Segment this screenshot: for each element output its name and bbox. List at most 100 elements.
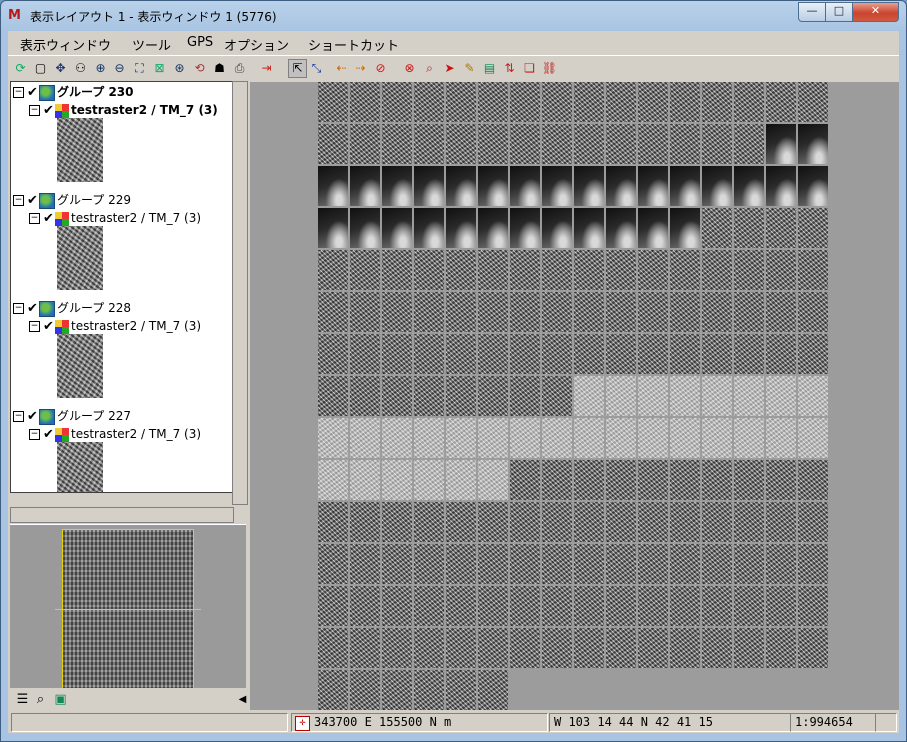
- tree-layer-row[interactable]: − ✔ testraster2 / TM_7 (3): [29, 318, 201, 334]
- raster-tile: [798, 628, 828, 668]
- tree-horizontal-scrollbar[interactable]: [10, 507, 234, 523]
- select-tool-icon[interactable]: ⇱: [288, 59, 307, 78]
- layer-thumbnail: [57, 118, 103, 182]
- pointer-icon[interactable]: ➤: [441, 60, 458, 77]
- collapse-toggle-icon[interactable]: −: [29, 429, 40, 440]
- group-label[interactable]: グループ 228: [57, 301, 131, 315]
- tree-group-row[interactable]: − ✔ グループ 227: [13, 408, 131, 425]
- collapse-toggle-icon[interactable]: −: [13, 195, 24, 206]
- raster-tile: [542, 544, 572, 584]
- rotate-icon[interactable]: ⟲: [191, 60, 208, 77]
- group-label[interactable]: グループ 227: [57, 409, 131, 423]
- transfer-icon[interactable]: ⇅: [501, 60, 518, 77]
- collapse-toggle-icon[interactable]: −: [29, 321, 40, 332]
- edit-icon[interactable]: ✎: [461, 60, 478, 77]
- measure-icon[interactable]: ⤡: [308, 60, 325, 77]
- status-scale[interactable]: 1:994654: [790, 713, 878, 732]
- collapse-toggle-icon[interactable]: −: [13, 303, 24, 314]
- app-icon[interactable]: M: [8, 8, 24, 24]
- forward-icon[interactable]: ⇢: [352, 60, 369, 77]
- zoom-out-icon[interactable]: ⊖: [111, 60, 128, 77]
- visibility-check-icon[interactable]: ✔: [27, 409, 39, 425]
- coordinate-icon[interactable]: ✛: [295, 716, 310, 731]
- collapse-toggle-icon[interactable]: −: [29, 213, 40, 224]
- camera-icon[interactable]: ⎙: [231, 60, 248, 77]
- raster-tile: [574, 250, 604, 290]
- zoom-group-icon[interactable]: ⚇: [72, 60, 89, 77]
- menu-tools[interactable]: ツール: [132, 35, 171, 54]
- people-icon[interactable]: ☗: [211, 60, 228, 77]
- raster-tile: [542, 502, 572, 542]
- close-button[interactable]: ✕: [852, 2, 899, 22]
- link-icon[interactable]: ⛓: [541, 60, 558, 77]
- raster-tile: [350, 334, 380, 374]
- toolbar: ⟳ ▢ ✥ ⚇ ⊕ ⊖ ⛶ ⊠ ⊛ ⟲ ☗ ⎙ ⇥ ⇱ ⤡ ⇠ ⇢ ⊘ ⊗ ⌕ …: [8, 55, 899, 82]
- histogram-icon[interactable]: ▤: [481, 60, 498, 77]
- raster-tile: [574, 460, 604, 500]
- visibility-check-icon[interactable]: ✔: [27, 301, 39, 317]
- raster-tile: [510, 124, 540, 164]
- find-icon[interactable]: ⌕: [421, 60, 438, 77]
- raster-tile: [414, 544, 444, 584]
- tree-vertical-scrollbar[interactable]: [232, 81, 248, 505]
- layer-label[interactable]: testraster2 / TM_7 (3): [71, 103, 218, 117]
- menu-view-window[interactable]: 表示ウィンドウ: [20, 35, 111, 54]
- visibility-check-icon[interactable]: ✔: [43, 211, 55, 227]
- collapse-toggle-icon[interactable]: −: [29, 105, 40, 116]
- raster-tile: [446, 418, 476, 458]
- cancel-icon[interactable]: ⊘: [372, 60, 389, 77]
- layer-label[interactable]: testraster2 / TM_7 (3): [71, 319, 201, 333]
- tree-layer-row[interactable]: − ✔ testraster2 / TM_7 (3): [29, 426, 201, 442]
- group-label[interactable]: グループ 229: [57, 193, 131, 207]
- image-icon[interactable]: ▣: [52, 691, 69, 708]
- pan-icon[interactable]: ✥: [52, 60, 69, 77]
- tree-group-row[interactable]: − ✔ グループ 229: [13, 192, 131, 209]
- stop-icon[interactable]: ⊗: [401, 60, 418, 77]
- raster-tile: [702, 250, 732, 290]
- raster-tile: [734, 628, 764, 668]
- map-view-canvas[interactable]: [250, 82, 899, 710]
- overview-panel[interactable]: [10, 524, 246, 691]
- zoom-box-icon[interactable]: ⛶: [131, 60, 148, 77]
- search-icon[interactable]: ⌕: [32, 691, 49, 708]
- legend-icon[interactable]: ☰: [14, 691, 31, 708]
- overview-locator-line: [55, 609, 201, 610]
- overview-image[interactable]: [62, 529, 194, 691]
- raster-tile: [318, 124, 348, 164]
- tree-layer-row[interactable]: − ✔ testraster2 / TM_7 (3): [29, 102, 218, 118]
- visibility-check-icon[interactable]: ✔: [27, 193, 39, 209]
- tree-layer-row[interactable]: − ✔ testraster2 / TM_7 (3): [29, 210, 201, 226]
- back-icon[interactable]: ⇠: [333, 60, 350, 77]
- menu-shortcuts[interactable]: ショートカット: [308, 35, 399, 54]
- status-extra: [875, 713, 897, 732]
- title-bar[interactable]: M 表示レイアウト 1 ‐ 表示ウィンドウ 1 (5776) — □ ✕: [1, 1, 906, 31]
- zoom-extent-icon[interactable]: ⊠: [151, 60, 168, 77]
- collapse-left-icon[interactable]: ◀: [234, 691, 251, 708]
- collapse-toggle-icon[interactable]: −: [13, 87, 24, 98]
- raster-tile: [574, 502, 604, 542]
- visibility-check-icon[interactable]: ✔: [43, 103, 55, 119]
- layer-label[interactable]: testraster2 / TM_7 (3): [71, 211, 201, 225]
- menu-gps[interactable]: GPS: [187, 35, 213, 50]
- add-layer-icon[interactable]: ⇥: [258, 60, 275, 77]
- layers-icon[interactable]: ❏: [521, 60, 538, 77]
- maximize-button[interactable]: □: [825, 2, 853, 22]
- visibility-check-icon[interactable]: ✔: [27, 85, 39, 101]
- tree-group-row[interactable]: − ✔ グループ 230: [13, 84, 134, 101]
- visibility-check-icon[interactable]: ✔: [43, 427, 55, 443]
- raster-tile: [702, 334, 732, 374]
- group-label[interactable]: グループ 230: [57, 85, 134, 99]
- layer-tree-panel[interactable]: − ✔ グループ 230 − ✔ testraster2 / TM_7 (3) − ✔ グル…: [10, 81, 234, 493]
- tree-group-row[interactable]: − ✔ グループ 228: [13, 300, 131, 317]
- menu-options[interactable]: オプション: [224, 35, 289, 54]
- zoom-in-icon[interactable]: ⊕: [92, 60, 109, 77]
- redraw-icon[interactable]: ⟳: [12, 60, 29, 77]
- minimize-button[interactable]: —: [798, 2, 826, 22]
- zoom-scale-icon[interactable]: ⊛: [171, 60, 188, 77]
- full-view-icon[interactable]: ▢: [32, 60, 49, 77]
- visibility-check-icon[interactable]: ✔: [43, 319, 55, 335]
- collapse-toggle-icon[interactable]: −: [13, 411, 24, 422]
- raster-tile: [350, 250, 380, 290]
- raster-tile: [638, 208, 668, 248]
- layer-label[interactable]: testraster2 / TM_7 (3): [71, 427, 201, 441]
